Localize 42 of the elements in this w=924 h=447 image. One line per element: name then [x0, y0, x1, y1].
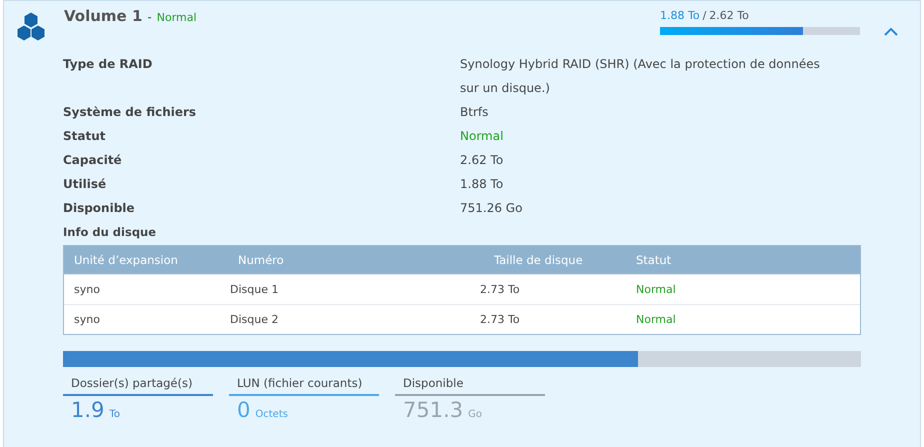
detail-label: Type de RAID: [63, 56, 154, 73]
table-cell-text: Disque 2: [230, 313, 280, 326]
volume-status: Normal: [156, 11, 197, 24]
table-cell-text: Disque 1: [230, 283, 280, 296]
total-size: 2.62 To: [709, 9, 749, 22]
legend-value: 0: [237, 398, 250, 422]
legend-value: 751.3: [403, 398, 464, 422]
used-size: 1.88 To: [660, 9, 700, 22]
detail-value: 751.26 Go: [460, 200, 524, 217]
column-header: Unité d’expansion: [73, 253, 179, 267]
cubes-icon: [15, 11, 47, 43]
detail-label: Système de fichiers: [63, 104, 198, 121]
detail-label: Disponible: [63, 200, 136, 217]
detail-value: Synology Hybrid RAID (SHR) (Avec la protection de données sur un disque.): [460, 56, 821, 97]
section-title: Info du disque: [63, 225, 158, 241]
separator: -: [147, 10, 152, 24]
detail-value: 2.62 To: [460, 152, 504, 169]
column-header: Statut: [636, 253, 672, 267]
legend-label: LUN (fichier courants): [229, 376, 379, 396]
detail-label: Capacité: [63, 152, 123, 169]
column-header: Numéro: [237, 253, 285, 267]
legend-label: Dossier(s) partagé(s): [63, 376, 213, 396]
slash: /: [702, 9, 706, 22]
collapse-chevron-icon[interactable]: [884, 27, 898, 36]
legend-unit: Octets: [255, 409, 288, 420]
table-cell: Normal: [636, 283, 676, 296]
volume-title: Volume 1: [64, 7, 142, 25]
detail-value: Normal: [460, 128, 504, 145]
detail-label: Utilisé: [63, 176, 108, 193]
column-header: Taille de disque: [493, 253, 584, 267]
legend-unit: To: [109, 409, 120, 420]
table-cell-text: 2.73 To: [480, 283, 521, 296]
detail-value: 1.88 To: [460, 176, 504, 193]
table-cell-text: syno: [73, 283, 101, 296]
table-cell: Normal: [636, 313, 676, 326]
legend-unit: Go: [468, 409, 482, 420]
legend-label: Disponible: [395, 376, 545, 396]
table-cell-text: 2.73 To: [480, 313, 521, 326]
table-cell-text: syno: [73, 313, 101, 326]
legend-value: 1.9: [71, 398, 104, 422]
detail-label: Statut: [63, 128, 106, 145]
detail-value: Btrfs: [460, 104, 490, 121]
